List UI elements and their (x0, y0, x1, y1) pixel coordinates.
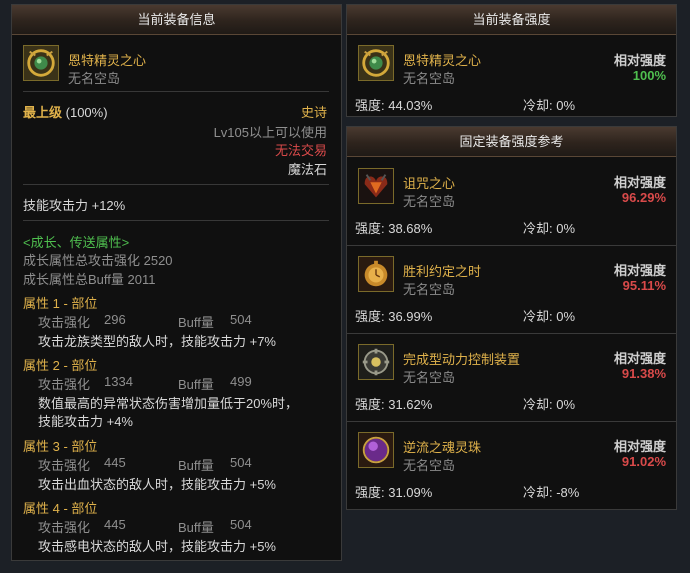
relative-strength-value: 96.29% (621, 190, 666, 205)
attr-buff-label: Buff量 (178, 520, 214, 535)
current-strength-header: 当前装备强度 (347, 5, 676, 35)
level-requirement: Lv105以上可以使用 (213, 125, 327, 140)
attr-title: 属性 4 - 部位 (23, 501, 98, 516)
attr-title: 属性 1 - 部位 (23, 296, 98, 311)
strength-value: 强度: 31.62% (355, 397, 433, 412)
attr-title: 属性 3 - 部位 (23, 439, 98, 454)
attr-attack-label: 攻击强化 (38, 458, 91, 473)
relative-strength-label: 相对强度 (613, 175, 666, 190)
divider (23, 184, 329, 185)
item-name: 胜利约定之时 (403, 264, 482, 279)
attr-attack-value: 1334 (104, 374, 133, 389)
attr-description-cont: 技能攻击力 +4% (38, 414, 133, 429)
golden-pocket-watch-icon (358, 256, 394, 292)
reference-item-card[interactable]: 完成型动力控制装置 无名空岛 相对强度 91.38% 强度: 31.62% 冷却… (347, 334, 676, 422)
attr-attack-label: 攻击强化 (38, 315, 91, 330)
reference-item-card[interactable]: 诅咒之心 无名空岛 相对强度 96.29% 强度: 38.68% 冷却: 0% (347, 158, 676, 246)
grade-percent: (100%) (65, 105, 108, 120)
item-type: 魔法石 (287, 162, 327, 177)
equipment-info-header: 当前装备信息 (12, 5, 341, 35)
attr-description: 攻击出血状态的敌人时，技能攻击力 +5% (38, 477, 276, 492)
strength-value: 强度: 44.03% (355, 98, 433, 113)
item-name: 诅咒之心 (403, 176, 456, 191)
main-stat: 技能攻击力 +12% (23, 198, 126, 213)
relative-strength-value: 91.02% (621, 454, 666, 469)
growth-title: <成长、传送属性> (23, 235, 130, 250)
item-name: 恩特精灵之心 (68, 53, 147, 68)
relative-strength-value: 95.11% (622, 278, 666, 293)
reference-item-card[interactable]: 胜利约定之时 无名空岛 相对强度 95.11% 强度: 36.99% 冷却: 0… (347, 246, 676, 334)
reference-strength-header: 固定装备强度参考 (347, 127, 676, 157)
cooldown-value: 冷却: 0% (523, 309, 576, 324)
current-strength-panel: 当前装备强度 恩特精灵之心 无名空岛 相对强度 100% 强度: 44.03% … (346, 4, 677, 117)
cooldown-value: 冷却: -8% (523, 485, 580, 500)
reference-item-card[interactable]: 逆流之魂灵珠 无名空岛 相对强度 91.02% 强度: 31.09% 冷却: -… (347, 422, 676, 510)
reference-strength-panel: 固定装备强度参考 诅咒之心 无名空岛 相对强度 96.29% 强度: 38.68… (346, 126, 677, 510)
attr-attack-value: 445 (104, 517, 126, 532)
relative-strength-label: 相对强度 (613, 263, 666, 278)
relative-strength-value: 91.38% (621, 366, 666, 381)
cooldown-value: 冷却: 0% (523, 221, 576, 236)
growth-total-attack: 成长属性总攻击强化 2520 (23, 253, 173, 268)
relative-strength-label: 相对强度 (613, 53, 666, 68)
cooldown-value: 冷却: 0% (523, 98, 576, 113)
growth-total-buff: 成长属性总Buff量 2011 (23, 272, 156, 287)
attr-buff-value: 504 (230, 312, 252, 327)
item-source: 无名空岛 (403, 370, 456, 385)
trade-status: 无法交易 (274, 143, 327, 158)
grade-row: 最上级 (100%) (23, 102, 108, 121)
item-source: 无名空岛 (403, 458, 456, 473)
item-source: 无名空岛 (68, 71, 121, 86)
relative-strength-value: 100% (632, 68, 666, 83)
attr-buff-value: 499 (230, 374, 252, 389)
attr-buff-label: Buff量 (178, 458, 214, 473)
green-gem-necklace-icon[interactable] (358, 45, 394, 81)
attr-attack-value: 296 (104, 312, 126, 327)
item-name: 恩特精灵之心 (403, 53, 482, 68)
green-gem-necklace-icon[interactable] (23, 45, 59, 81)
attr-buff-label: Buff量 (178, 377, 214, 392)
attr-description: 数值最高的异常状态伤害增加量低于20%时， (38, 396, 299, 411)
strength-value: 强度: 38.68% (355, 221, 433, 236)
attr-attack-label: 攻击强化 (38, 520, 91, 535)
item-source: 无名空岛 (403, 282, 456, 297)
item-name: 逆流之魂灵珠 (403, 440, 482, 455)
item-source: 无名空岛 (403, 194, 456, 209)
attr-attack-label: 攻击强化 (38, 377, 91, 392)
rarity-label: 史诗 (300, 105, 327, 120)
purple-orb-icon (358, 432, 394, 468)
strength-value: 强度: 36.99% (355, 309, 433, 324)
attr-title: 属性 2 - 部位 (23, 358, 98, 373)
item-source: 无名空岛 (403, 71, 456, 86)
attr-buff-value: 504 (230, 517, 252, 532)
divider (23, 91, 329, 92)
relative-strength-label: 相对强度 (613, 439, 666, 454)
relative-strength-label: 相对强度 (613, 351, 666, 366)
attr-buff-value: 504 (230, 455, 252, 470)
gear-device-icon (358, 344, 394, 380)
equipment-info-panel: 当前装备信息 恩特精灵之心 无名空岛 最上级 (100%) 史诗 Lv105以上… (11, 4, 342, 561)
attr-buff-label: Buff量 (178, 315, 214, 330)
attr-description: 攻击感电状态的敌人时，技能攻击力 +5% (38, 539, 276, 554)
cooldown-value: 冷却: 0% (523, 397, 576, 412)
grade-label: 最上级 (23, 105, 63, 120)
item-name: 完成型动力控制装置 (403, 352, 521, 367)
attr-attack-value: 445 (104, 455, 126, 470)
strength-value: 强度: 31.09% (355, 485, 433, 500)
divider (23, 220, 329, 221)
cursed-heart-icon (358, 168, 394, 204)
attr-description: 攻击龙族类型的敌人时，技能攻击力 +7% (38, 334, 276, 349)
